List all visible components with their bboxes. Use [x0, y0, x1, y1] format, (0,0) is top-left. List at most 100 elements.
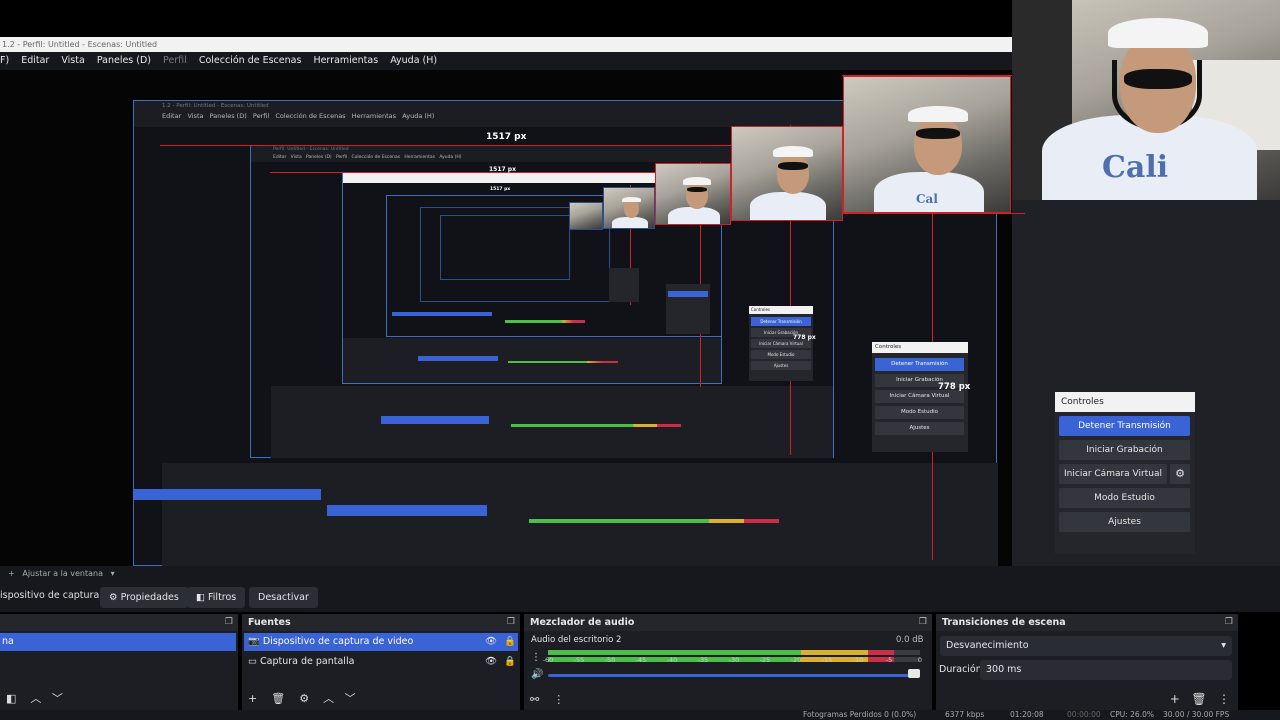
move-down-icon[interactable]: ﹀	[345, 692, 356, 705]
volume-slider-track[interactable]	[548, 674, 920, 677]
controls-title: Controles	[1055, 392, 1195, 412]
status-stream-time: 01:20:08	[1010, 710, 1044, 719]
meter-tick-label: -50	[604, 656, 616, 664]
lock-icon[interactable]: 🔒	[504, 633, 516, 651]
duration-input[interactable]: 300 ms	[980, 660, 1232, 680]
meter-tick-label: -60	[542, 656, 554, 664]
dock-float-icon[interactable]: ❐	[225, 614, 233, 631]
visibility-eye-icon[interactable]: 👁	[485, 633, 497, 651]
source-context-bar: ispositivo de captura de v ⚙ Propiedades…	[0, 582, 1280, 612]
mixer-channel-name: Audio del escritorio 2	[531, 635, 622, 645]
fit-to-window-label[interactable]: Ajustar a la ventana	[22, 569, 103, 578]
height-label-2: 778 px	[793, 334, 816, 341]
audio-meter-bar	[548, 650, 920, 655]
remove-source-icon[interactable]: 🗑	[271, 692, 285, 705]
scenes-dock: ❐ na ◧ ︿ ﹀	[0, 614, 238, 710]
volume-speaker-icon[interactable]: 🔊	[531, 666, 543, 684]
window-title-bar: 1.2 - Perfil: Untitled - Escenas: Untitl…	[0, 37, 1012, 52]
virtual-cam-settings-gear-icon[interactable]: ⚙	[1170, 464, 1190, 484]
dock-float-icon[interactable]: ❐	[1225, 614, 1233, 631]
filters-icon: ◧	[196, 592, 205, 603]
transitions-footer: + 🗑 ⋮	[1170, 692, 1230, 706]
width-label-1: 1517 px	[486, 132, 527, 142]
webcam-overlay: Cali	[1012, 0, 1280, 200]
status-fps: 30.00 / 30.00 FPS	[1163, 710, 1230, 719]
audio-mixer-dock: Mezclador de audio ❐ Audio del escritori…	[524, 614, 932, 710]
menu-tools[interactable]: Herramientas	[313, 55, 378, 66]
mixer-dock-header: Mezclador de audio ❐	[524, 614, 932, 631]
gear-icon: ⚙	[109, 592, 118, 603]
meter-tick-label: -55	[573, 656, 585, 664]
menu-scene-collection[interactable]: Colección de Escenas	[199, 55, 302, 66]
menu-file[interactable]: F)	[0, 55, 9, 66]
properties-button[interactable]: ⚙ Propiedades	[100, 587, 188, 608]
sources-title: Fuentes	[248, 617, 291, 628]
plus-icon[interactable]: +	[8, 569, 15, 578]
stop-stream-button[interactable]: Detener Transmisión	[1059, 416, 1190, 436]
filter-icon[interactable]: ◧	[6, 692, 16, 705]
transitions-title: Transiciones de escena	[942, 617, 1066, 628]
add-source-icon[interactable]: +	[248, 692, 257, 705]
menu-view[interactable]: Vista	[61, 55, 84, 66]
guide-top-2	[160, 145, 730, 146]
meter-tick-label: 0	[917, 656, 923, 664]
nested-controls-4	[609, 268, 639, 302]
filters-button[interactable]: ◧ Filtros	[187, 587, 246, 608]
settings-button[interactable]: Ajustes	[1059, 512, 1190, 532]
meter-tick-label: -25	[759, 656, 771, 664]
mixer-title: Mezclador de audio	[530, 617, 635, 628]
nested-preview-6	[440, 215, 570, 280]
mixer-db-value: 0.0 dB	[896, 635, 924, 645]
menu-docks[interactable]: Paneles (D)	[97, 55, 151, 66]
webcam-thumb-5	[569, 202, 603, 230]
status-dropped-frames: Fotogramas Perdidos 0 (0.0%)	[803, 710, 917, 719]
lock-icon[interactable]: 🔒	[504, 653, 516, 671]
source-item-video-capture[interactable]: 📷 Dispositivo de captura de video	[248, 633, 413, 651]
scene-item-selected[interactable]	[0, 633, 236, 651]
source-item-screen-capture[interactable]: ▭ Captura de pantalla	[248, 653, 354, 671]
chevron-down-icon: ▾	[1221, 640, 1226, 651]
dock-float-icon[interactable]: ❐	[919, 614, 927, 631]
webcam-thumb-3	[655, 163, 731, 225]
move-down-icon[interactable]: ﹀	[52, 692, 63, 705]
studio-mode-button[interactable]: Modo Estudio	[1059, 488, 1190, 508]
deactivate-button[interactable]: Desactivar	[249, 587, 318, 608]
visibility-eye-icon[interactable]: 👁	[485, 653, 497, 671]
scene-item-label: na	[2, 636, 14, 647]
meter-tick-label: -20	[790, 656, 802, 664]
webcam-thumb-1: Cal	[843, 76, 1011, 213]
nested-controls-2: Controles Detener Transmisión Iniciar Gr…	[749, 306, 813, 381]
window-title: 1.2 - Perfil: Untitled - Escenas: Untitl…	[2, 40, 158, 49]
mixer-more-icon[interactable]: ⋮	[553, 693, 564, 706]
move-up-icon[interactable]: ︿	[323, 692, 334, 705]
volume-slider-handle[interactable]	[908, 669, 920, 678]
status-bar: Fotogramas Perdidos 0 (0.0%) 6377 kbps 0…	[0, 710, 1280, 720]
status-record-time: 00:00:00	[1067, 710, 1101, 719]
dock-float-icon[interactable]: ❐	[507, 614, 515, 631]
chevron-down-icon[interactable]: ▾	[111, 569, 115, 578]
meter-tick-label: -5	[885, 656, 893, 664]
start-recording-button[interactable]: Iniciar Grabación	[1059, 440, 1190, 460]
controls-dock: Controles Detener Transmisión Iniciar Gr…	[1055, 392, 1195, 554]
move-up-icon[interactable]: ︿	[30, 692, 41, 705]
transition-select[interactable]: Desvanecimiento ▾	[940, 636, 1232, 656]
start-virtual-cam-button[interactable]: Iniciar Cámara Virtual	[1059, 464, 1167, 484]
width-label-2: 1517 px	[489, 166, 516, 173]
status-cpu: CPU: 26.0%	[1110, 710, 1154, 719]
source-settings-gear-icon[interactable]: ⚙	[299, 692, 309, 705]
meter-ticks: -60 -55 -50 -45 -40 -35 -30 -25 -20 -15 -10 -5 0	[543, 656, 923, 666]
scenes-dock-header: ❐	[0, 614, 238, 631]
mixer-link-icon[interactable]: ⚯	[530, 693, 539, 706]
mixer-footer: ⚯ ⋮	[530, 693, 564, 706]
menu-profile[interactable]: Perfil	[163, 55, 187, 66]
mixer-menu-icon[interactable]: ⋮	[531, 649, 541, 667]
menu-edit[interactable]: Editar	[21, 55, 49, 66]
audio-meter-fill	[548, 650, 894, 655]
add-transition-icon[interactable]: +	[1170, 692, 1180, 706]
meter-tick-label: -35	[697, 656, 709, 664]
remove-transition-icon[interactable]: 🗑	[1191, 692, 1206, 706]
menu-help[interactable]: Ayuda (H)	[390, 55, 437, 66]
meter-tick-label: -15	[821, 656, 833, 664]
preview-toolbar: + Ajustar a la ventana ▾	[0, 566, 1280, 582]
transition-more-icon[interactable]: ⋮	[1218, 692, 1230, 706]
